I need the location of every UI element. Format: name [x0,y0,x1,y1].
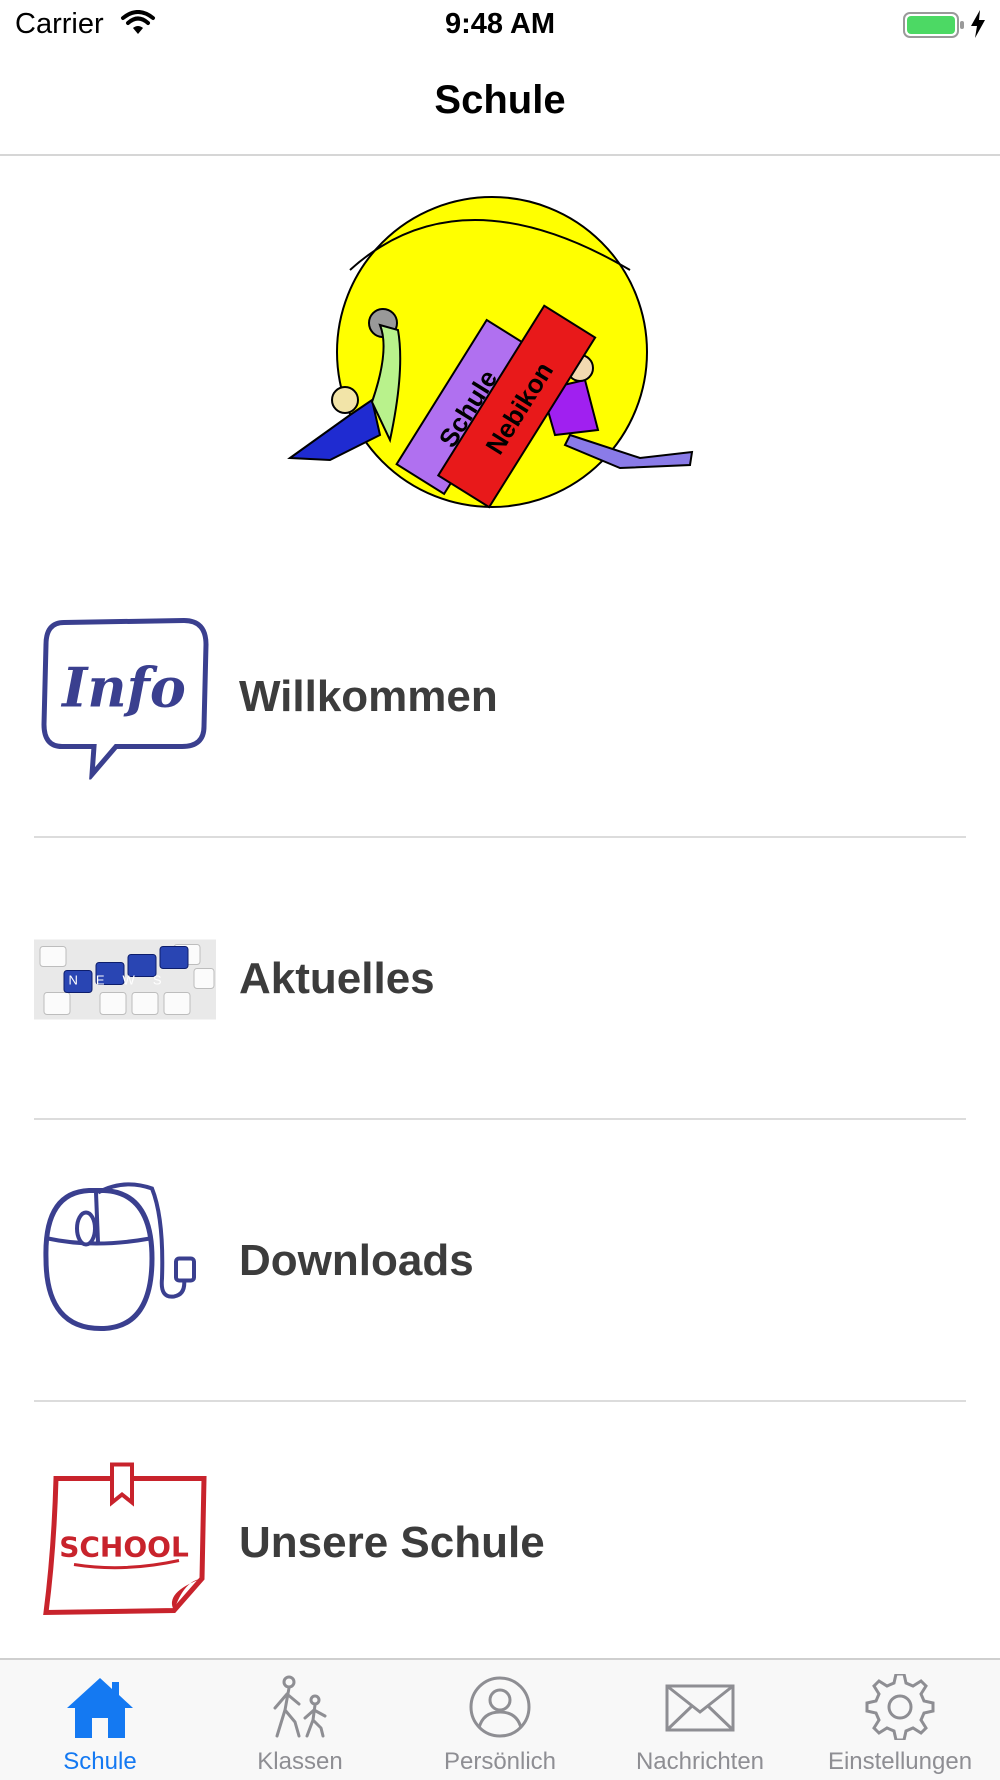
tab-label-nachrichten: Nachrichten [635,1748,765,1775]
tab-label-schule: Schule [63,1748,137,1775]
tab-label-einstellungen: Einstellungen [827,1748,973,1775]
clock: 9:48 AM [444,8,556,40]
menu-item-aktuelles[interactable]: NEWS Aktuelles [34,838,966,1120]
battery-icon [903,12,964,38]
person-icon [469,1676,531,1738]
menu-item-unsere-schule[interactable]: SCHOOL Unsere Schule [34,1402,966,1684]
tab-schule[interactable]: Schule [0,1660,200,1780]
tab-einstellungen[interactable]: Einstellungen [800,1660,1000,1780]
menu-label-aktuelles: Aktuelles [239,954,435,1003]
navigation-bar: Schule [0,50,1000,156]
menu-label-willkommen: Willkommen [239,672,498,721]
charging-bolt-icon [971,10,985,38]
school-logo: Schule Nebikon [280,190,720,520]
tab-persoenlich[interactable]: Persönlich [400,1660,600,1780]
menu-item-willkommen[interactable]: Info Willkommen [34,556,966,838]
news-icon-text: NEWS [69,973,180,988]
gear-icon [865,1674,935,1740]
menu-label-unsere-schule: Unsere Schule [239,1518,545,1567]
info-icon-text: Info [60,656,186,720]
tab-label-klassen: Klassen [257,1748,343,1775]
computer-mouse-icon [34,1179,216,1344]
tab-label-persoenlich: Persönlich [443,1748,557,1775]
school-icon-text: SCHOOL [59,1531,189,1564]
news-keyboard-icon: NEWS [34,897,216,1062]
menu-label-downloads: Downloads [239,1236,474,1285]
menu-item-downloads[interactable]: Downloads [34,1120,966,1402]
tab-klassen[interactable]: Klassen [200,1660,400,1780]
tab-nachrichten[interactable]: Nachrichten [600,1660,800,1780]
page-title: Schule [434,78,566,122]
status-bar: Carrier 9:48 AM [0,0,1000,50]
info-speech-bubble-icon: Info [34,615,216,782]
tab-bar: Schule Klassen Persönlich Nachrichten Ei… [0,1658,1000,1780]
walking-people-icon [273,1675,327,1738]
school-note-icon: SCHOOL [34,1461,216,1626]
school-logo-graphic: Schule Nebikon [287,196,694,509]
house-icon [67,1678,133,1738]
envelope-icon [665,1684,735,1732]
